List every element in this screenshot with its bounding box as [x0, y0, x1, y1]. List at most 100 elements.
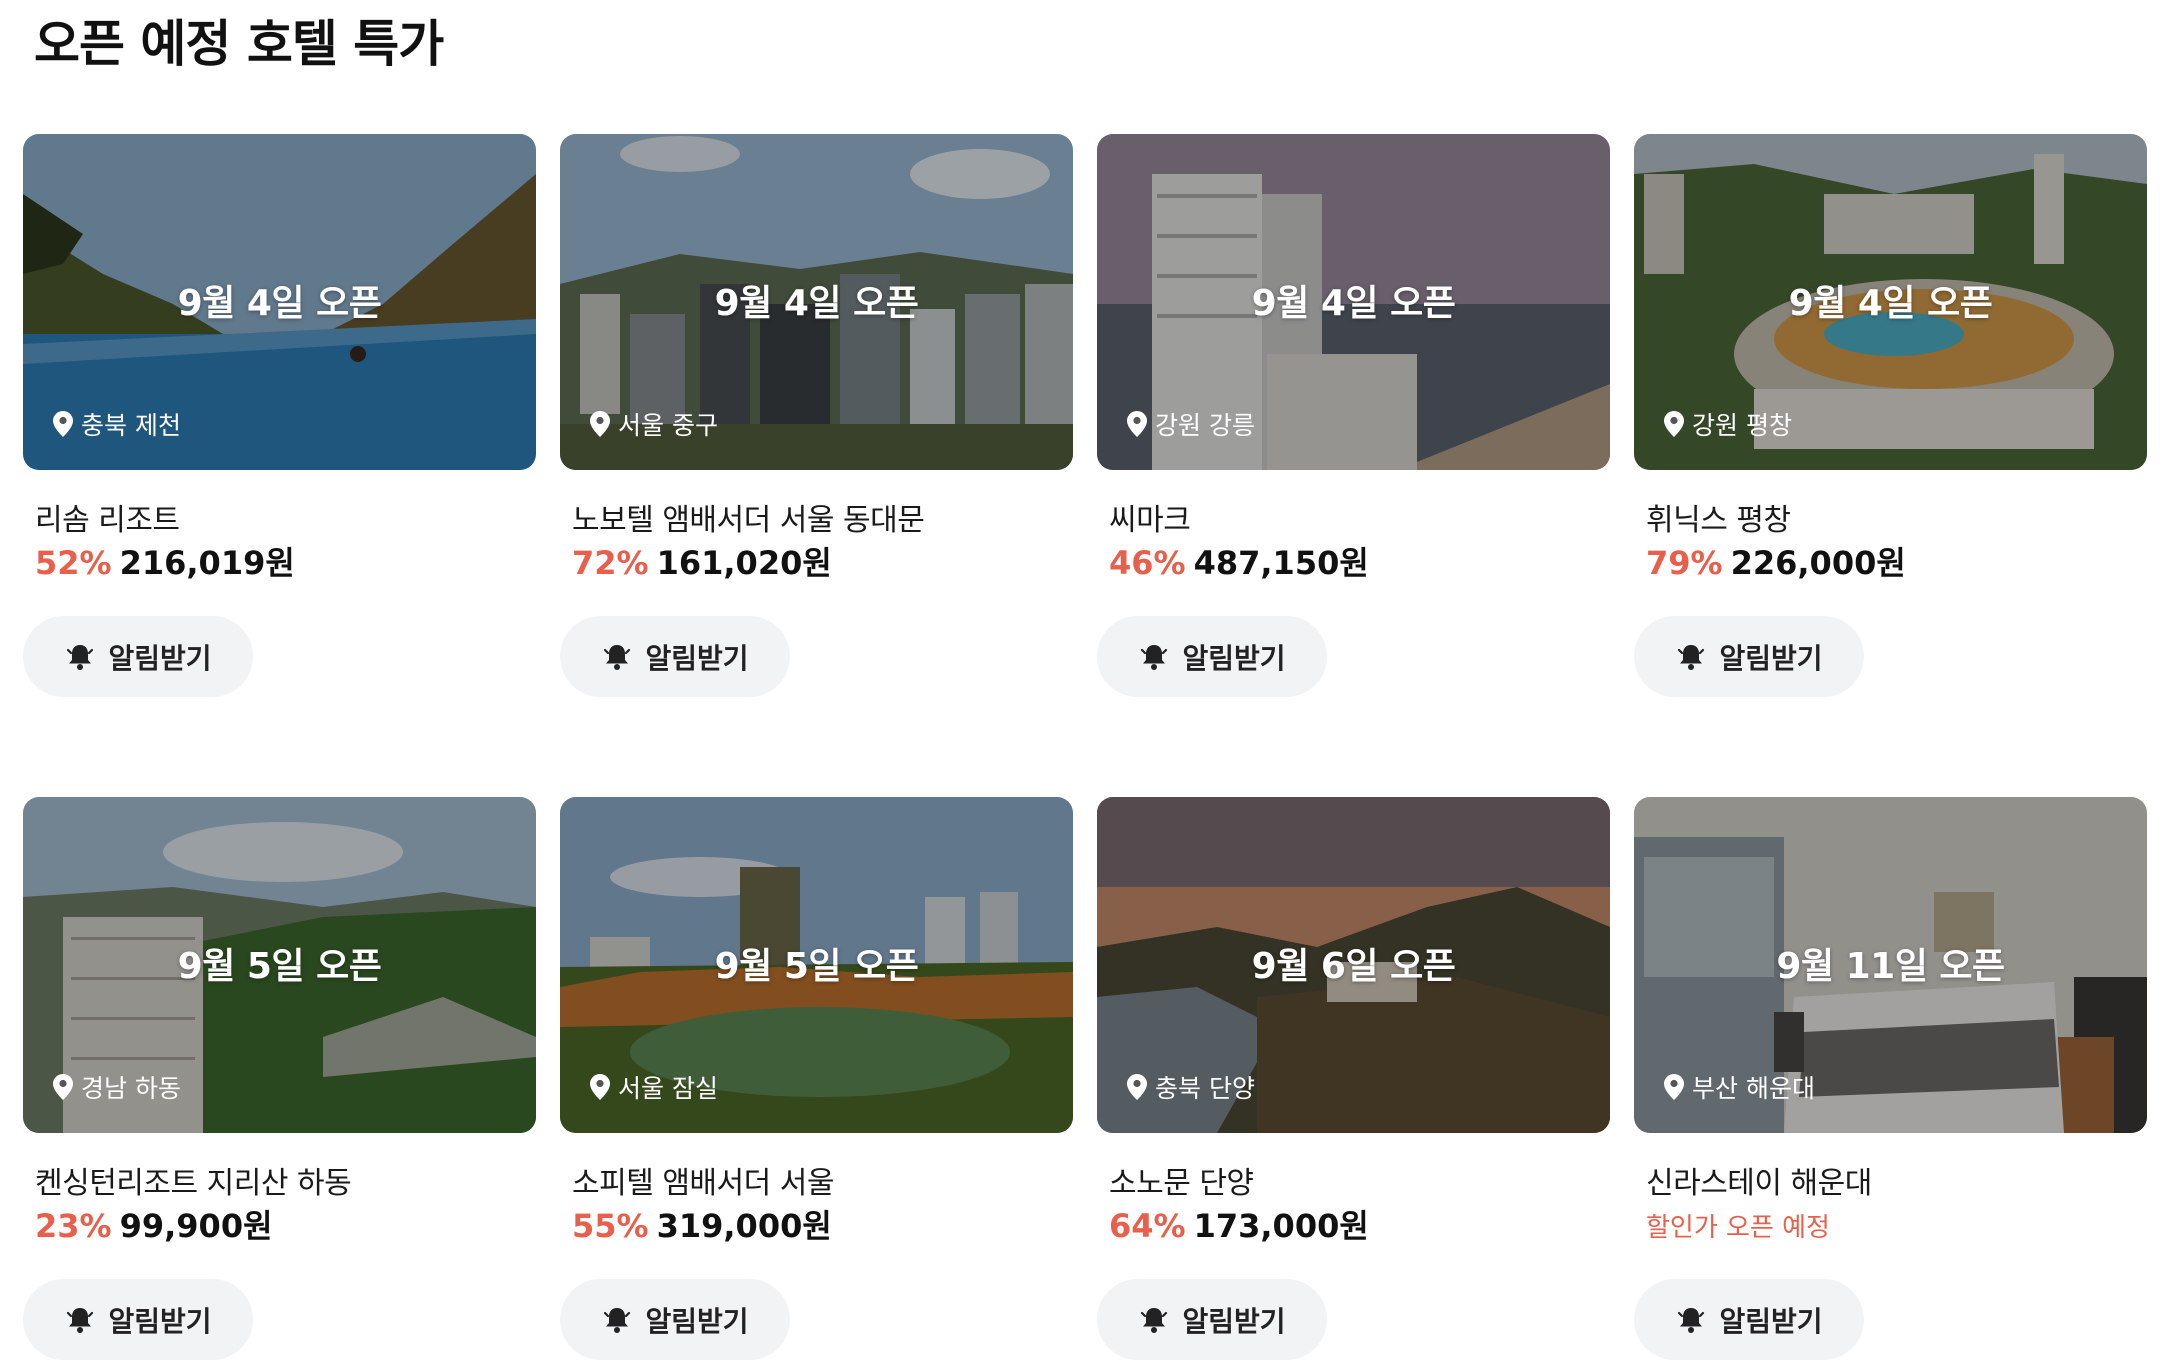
open-date-label: 9월 5일 오픈 — [177, 946, 382, 987]
hotel-thumbnail[interactable]: 9월 4일 오픈 강원 평창 — [1634, 134, 2147, 470]
location-pin-icon — [53, 411, 73, 437]
location-pin-icon — [1127, 411, 1147, 437]
hotel-name[interactable]: 소노문 단양 — [1109, 1158, 1254, 1202]
notify-button[interactable]: 알림받기 — [1634, 1279, 1864, 1360]
location-label: 경남 하동 — [53, 1069, 181, 1105]
price-line: 72% 161,020원 — [572, 538, 832, 584]
location-pin-icon — [590, 1074, 610, 1100]
notify-button-label: 알림받기 — [1719, 641, 1823, 675]
price: 216,019원 — [119, 544, 295, 582]
open-date-label: 9월 11일 오픈 — [1776, 946, 2005, 987]
notify-button-label: 알림받기 — [108, 1304, 212, 1338]
open-date-label: 9월 4일 오픈 — [177, 283, 382, 324]
hotel-name[interactable]: 노보텔 앰배서더 서울 동대문 — [572, 495, 925, 539]
price: 161,020원 — [656, 544, 832, 582]
location-label: 충북 제천 — [53, 406, 181, 442]
location-label: 서울 중구 — [590, 406, 718, 442]
price-line: 23% 99,900원 — [35, 1201, 273, 1247]
bell-icon — [604, 1307, 631, 1333]
notify-button[interactable]: 알림받기 — [560, 616, 790, 697]
hotel-thumbnail[interactable]: 9월 11일 오픈 부산 해운대 — [1634, 797, 2147, 1133]
location-text: 충북 단양 — [1155, 1074, 1255, 1103]
page-title: 오픈 예정 호텔 특가 — [34, 15, 444, 73]
hotel-card: 9월 6일 오픈 충북 단양 소노문 단양 64% 173,000원 알림받기 — [1097, 797, 1610, 1360]
hotel-name[interactable]: 신라스테이 해운대 — [1646, 1158, 1872, 1202]
hotel-name[interactable]: 휘닉스 평창 — [1646, 495, 1791, 539]
location-text: 충북 제천 — [81, 411, 181, 440]
hotel-name[interactable]: 소피텔 앰배서더 서울 — [572, 1158, 834, 1202]
notify-button-label: 알림받기 — [645, 1304, 749, 1338]
hotel-name[interactable]: 켄싱턴리조트 지리산 하동 — [35, 1158, 352, 1202]
bell-icon — [67, 1307, 94, 1333]
hotel-card: 9월 5일 오픈 경남 하동 켄싱턴리조트 지리산 하동 23% 99,900원 … — [23, 797, 536, 1360]
price: 487,150원 — [1193, 544, 1369, 582]
price-line: 46% 487,150원 — [1109, 538, 1369, 584]
notify-button-label: 알림받기 — [1182, 641, 1286, 675]
hotel-name[interactable]: 리솜 리조트 — [35, 495, 180, 539]
discount-rate: 55% — [572, 1207, 649, 1245]
notify-button[interactable]: 알림받기 — [23, 1279, 253, 1360]
hotel-thumbnail[interactable]: 9월 4일 오픈 강원 강릉 — [1097, 134, 1610, 470]
location-text: 강원 강릉 — [1155, 411, 1255, 440]
hotel-card: 9월 5일 오픈 서울 잠실 소피텔 앰배서더 서울 55% 319,000원 알… — [560, 797, 1073, 1360]
open-date-label: 9월 6일 오픈 — [1251, 946, 1456, 987]
price-line: 64% 173,000원 — [1109, 1201, 1369, 1247]
location-label: 강원 강릉 — [1127, 406, 1255, 442]
price: 319,000원 — [656, 1207, 832, 1245]
discount-coming-notice: 할인가 오픈 예정 — [1646, 1213, 1830, 1243]
price-line: 55% 319,000원 — [572, 1201, 832, 1247]
price-line: 79% 226,000원 — [1646, 538, 1906, 584]
hotel-grid: 9월 4일 오픈 충북 제천 리솜 리조트 52%216,019원 알림받기 — [23, 134, 2147, 1360]
discount-rate: 79% — [1646, 544, 1723, 582]
hotel-card: 9월 4일 오픈 충북 제천 리솜 리조트 52% 216,019원 알림받기 — [23, 134, 536, 697]
location-pin-icon — [1664, 411, 1684, 437]
hotel-thumbnail[interactable]: 9월 4일 오픈 충북 제천 — [23, 134, 536, 470]
location-pin-icon — [1664, 1074, 1684, 1100]
open-date-label: 9월 4일 오픈 — [1788, 283, 1993, 324]
open-date-label: 9월 4일 오픈 — [1251, 283, 1456, 324]
price-line: 52% 216,019원 — [35, 538, 295, 584]
location-text: 서울 중구 — [618, 411, 718, 440]
bell-icon — [1141, 1307, 1168, 1333]
notify-button-label: 알림받기 — [645, 641, 749, 675]
bell-icon — [1678, 644, 1705, 670]
hotel-thumbnail[interactable]: 9월 5일 오픈 서울 잠실 — [560, 797, 1073, 1133]
location-label: 강원 평창 — [1664, 406, 1792, 442]
bell-icon — [1678, 1307, 1705, 1333]
hotel-thumbnail[interactable]: 9월 5일 오픈 경남 하동 — [23, 797, 536, 1133]
hotel-card: 9월 4일 오픈 강원 강릉 씨마크 46% 487,150원 알림받기 — [1097, 134, 1610, 697]
discount-rate: 52% — [35, 544, 112, 582]
discount-rate: 72% — [572, 544, 649, 582]
location-label: 부산 해운대 — [1664, 1069, 1815, 1105]
notify-button[interactable]: 알림받기 — [1634, 616, 1864, 697]
hotel-thumbnail[interactable]: 9월 4일 오픈 서울 중구 — [560, 134, 1073, 470]
notify-button[interactable]: 알림받기 — [23, 616, 253, 697]
location-text: 강원 평창 — [1692, 411, 1792, 440]
hotel-name[interactable]: 씨마크 — [1109, 495, 1191, 539]
notify-button[interactable]: 알림받기 — [1097, 616, 1327, 697]
hotel-thumbnail[interactable]: 9월 6일 오픈 충북 단양 — [1097, 797, 1610, 1133]
price: 99,900원 — [119, 1207, 273, 1245]
hotel-card: 9월 11일 오픈 부산 해운대 신라스테이 해운대 할인가 오픈 예정 알림받… — [1634, 797, 2147, 1360]
discount-rate: 23% — [35, 1207, 112, 1245]
location-pin-icon — [590, 411, 610, 437]
hotel-card: 9월 4일 오픈 강원 평창 휘닉스 평창 79% 226,000원 알림받기 — [1634, 134, 2147, 697]
discount-rate: 64% — [1109, 1207, 1186, 1245]
price: 173,000원 — [1193, 1207, 1369, 1245]
location-label: 충북 단양 — [1127, 1069, 1255, 1105]
open-date-label: 9월 5일 오픈 — [714, 946, 919, 987]
notify-button-label: 알림받기 — [1719, 1304, 1823, 1338]
location-pin-icon — [1127, 1074, 1147, 1100]
hotel-card: 9월 4일 오픈 서울 중구 노보텔 앰배서더 서울 동대문 72% 161,02… — [560, 134, 1073, 697]
bell-icon — [1141, 644, 1168, 670]
notify-button-label: 알림받기 — [108, 641, 212, 675]
location-label: 서울 잠실 — [590, 1069, 718, 1105]
notify-button[interactable]: 알림받기 — [1097, 1279, 1327, 1360]
notify-button[interactable]: 알림받기 — [560, 1279, 790, 1360]
location-pin-icon — [53, 1074, 73, 1100]
location-text: 경남 하동 — [81, 1074, 181, 1103]
notify-button-label: 알림받기 — [1182, 1304, 1286, 1338]
bell-icon — [67, 644, 94, 670]
discount-rate: 46% — [1109, 544, 1186, 582]
location-text: 서울 잠실 — [618, 1074, 718, 1103]
